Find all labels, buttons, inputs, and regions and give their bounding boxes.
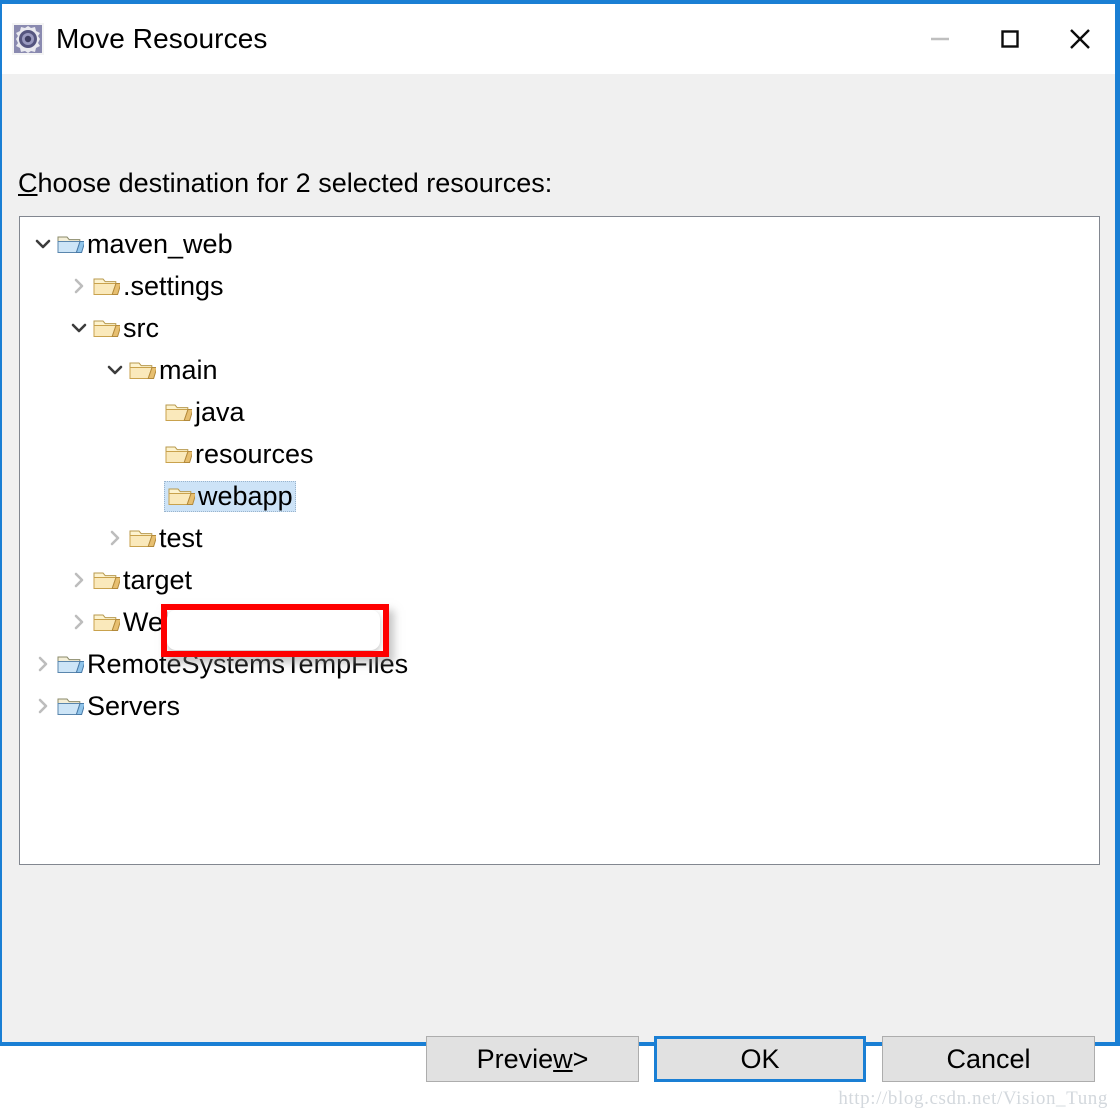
chevron-right-icon[interactable] [30,643,56,685]
cancel-button[interactable]: Cancel [882,1036,1095,1082]
tree-item-label: Servers [87,690,181,721]
window-title: Move Resources [56,23,268,54]
project-folder-icon [57,236,84,253]
tree-item-label: RemoteSystemsTempFiles [87,648,409,679]
prompt-label: Choose destination for 2 selected resour… [18,168,552,199]
minimize-button[interactable] [905,4,975,74]
watermark-text: http://blog.csdn.net/Vision_Tung [838,1088,1108,1109]
folder-icon [93,320,120,337]
destination-tree-panel[interactable]: maven_web .settings src main java resources we… [19,216,1100,865]
close-icon [1070,29,1090,49]
chevron-down-icon[interactable] [102,349,128,391]
tree-item-webapp[interactable]: webapp [20,475,1099,517]
project-folder-icon [57,656,84,673]
project-folder-icon [57,698,84,715]
maximize-icon [1001,30,1019,48]
tree-item-label: main [159,354,218,385]
tree-item-servers[interactable]: Servers [20,685,1099,727]
maximize-button[interactable] [975,4,1045,74]
preview-label-mnemonic: w [553,1043,573,1074]
folder-icon [129,530,156,547]
ok-button[interactable]: OK [654,1036,866,1082]
folder-icon [165,404,192,421]
title-bar: Move Resources [2,4,1115,74]
chevron-down-icon[interactable] [30,223,56,265]
folder-icon [93,278,120,295]
folder-icon [168,488,195,505]
tree-item-label: .settings [123,270,224,301]
folder-icon [165,446,192,463]
tree-item-label: webapp [198,480,293,511]
tree-item-label: src [123,312,159,343]
prompt-rest: hoose destination for 2 selected resourc… [37,168,553,198]
tree-item-target[interactable]: target [20,559,1099,601]
chevron-right-icon[interactable] [102,517,128,559]
dialog-body: Choose destination for 2 selected resour… [2,74,1115,1109]
tree-item-java[interactable]: java [20,391,1099,433]
preview-label-post: > [572,1043,589,1074]
tree-item-src[interactable]: src [20,307,1099,349]
chevron-down-icon[interactable] [66,307,92,349]
folder-icon [93,572,120,589]
preview-label-pre: Previe [476,1043,554,1074]
preview-button[interactable]: Previe w > [426,1036,639,1082]
tree-item-settings[interactable]: .settings [20,265,1099,307]
folder-icon [93,614,120,631]
window-controls [905,4,1115,74]
minimize-icon [931,37,949,41]
chevron-right-icon[interactable] [66,559,92,601]
tree-item-test[interactable]: test [20,517,1099,559]
tree-item-label: target [123,564,193,595]
tree-item-resources[interactable]: resources [20,433,1099,475]
tree-item-maven-web[interactable]: maven_web [20,223,1099,265]
folder-icon [129,362,156,379]
prompt-mnemonic: C [18,168,38,198]
tree-item-selection: webapp [164,480,296,512]
move-resources-dialog: Move Resources Choose destination for 2 … [0,0,1120,1109]
close-button[interactable] [1045,4,1115,74]
tree-item-label: maven_web [87,228,233,259]
resource-tree[interactable]: maven_web .settings src main java resources we… [20,217,1099,727]
tree-twisty-spacer [138,475,164,517]
dialog-button-bar: Previe w > OK Cancel [2,1036,1115,1082]
chevron-right-icon[interactable] [66,601,92,643]
tree-twisty-spacer [138,391,164,433]
gear-icon [12,23,44,55]
tree-item-label: resources [195,438,314,469]
tree-item-main[interactable]: main [20,349,1099,391]
chevron-right-icon[interactable] [30,685,56,727]
selected-node-editbox [167,610,380,650]
tree-item-label: java [195,396,245,427]
chevron-right-icon[interactable] [66,265,92,307]
tree-twisty-spacer [138,433,164,475]
tree-item-label: test [159,522,203,553]
